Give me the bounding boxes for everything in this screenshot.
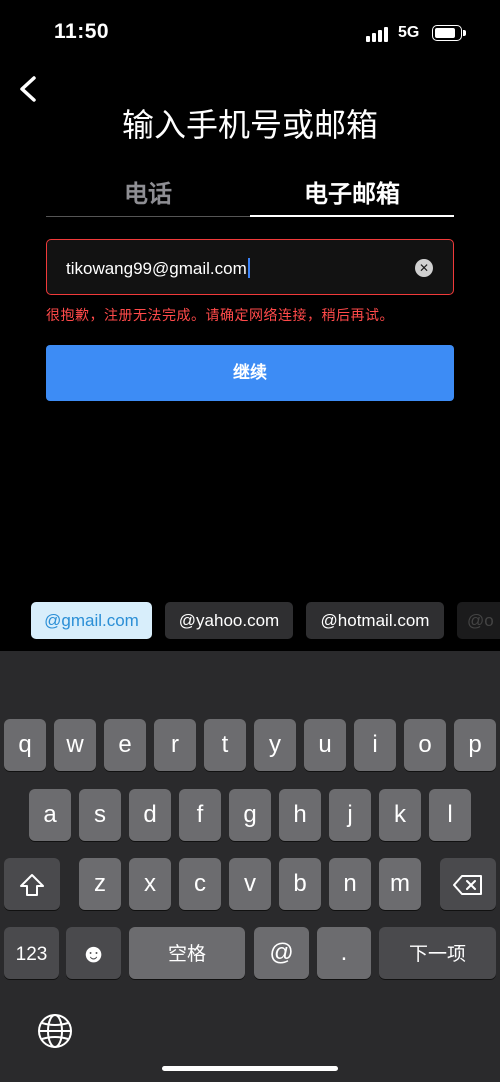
key-k[interactable]: k xyxy=(379,789,421,841)
space-key[interactable]: 空格 xyxy=(168,944,206,965)
shift-key[interactable] xyxy=(4,858,60,910)
globe-button[interactable] xyxy=(36,1012,74,1050)
suggestion-hotmail[interactable]: @hotmail.com xyxy=(306,602,444,639)
key-c[interactable]: c xyxy=(179,858,221,910)
email-value: tikowang99@gmail.com xyxy=(66,259,247,278)
key-m[interactable]: m xyxy=(379,858,421,910)
numbers-key[interactable]: 123 xyxy=(16,944,48,965)
home-indicator xyxy=(162,1066,338,1071)
tab-email[interactable]: 电子邮箱 xyxy=(250,174,454,209)
dot-key[interactable]: . xyxy=(317,927,371,979)
battery-tip xyxy=(463,30,466,36)
network-type: 5G xyxy=(398,24,420,41)
key-u[interactable]: u xyxy=(304,719,346,771)
signal-icon xyxy=(366,26,392,42)
emoji-key[interactable]: ☻ xyxy=(66,927,121,979)
key-p[interactable]: p xyxy=(454,719,496,771)
email-field[interactable]: tikowang99@gmail.com ✕ xyxy=(46,239,454,295)
key-d[interactable]: d xyxy=(129,789,171,841)
text-caret xyxy=(247,258,250,278)
at-key[interactable]: @ xyxy=(254,927,309,979)
key-e[interactable]: e xyxy=(104,719,146,771)
error-message: 很抱歉，注册无法完成。请确定网络连接，稍后再试。 xyxy=(46,308,394,324)
key-r[interactable]: r xyxy=(154,719,196,771)
key-j[interactable]: j xyxy=(329,789,371,841)
key-q[interactable]: q xyxy=(4,719,46,771)
suggestion-gmail[interactable]: @gmail.com xyxy=(31,602,152,639)
clear-icon[interactable]: ✕ xyxy=(415,259,433,277)
delete-key[interactable] xyxy=(440,858,496,910)
continue-button[interactable]: 继续 xyxy=(46,345,454,401)
key-z[interactable]: z xyxy=(79,858,121,910)
key-g[interactable]: g xyxy=(229,789,271,841)
globe-icon xyxy=(38,1014,72,1048)
key-s[interactable]: s xyxy=(79,789,121,841)
key-v[interactable]: v xyxy=(229,858,271,910)
emoji-icon: ☻ xyxy=(79,938,108,968)
suggestion-yahoo[interactable]: @yahoo.com xyxy=(165,602,293,639)
key-l[interactable]: l xyxy=(429,789,471,841)
suggestion-outlook[interactable]: @o xyxy=(457,602,500,639)
backspace-icon xyxy=(453,874,482,895)
next-key[interactable]: 下一项 xyxy=(409,944,466,965)
key-h[interactable]: h xyxy=(279,789,321,841)
key-o[interactable]: o xyxy=(404,719,446,771)
tab-phone[interactable]: 电话 xyxy=(46,174,250,209)
key-t[interactable]: t xyxy=(204,719,246,771)
key-a[interactable]: a xyxy=(29,789,71,841)
tab-divider xyxy=(46,216,250,217)
key-n[interactable]: n xyxy=(329,858,371,910)
status-time: 11:50 xyxy=(54,20,110,43)
page-title: 输入手机号或邮箱 xyxy=(121,106,378,144)
battery-icon xyxy=(432,25,462,41)
key-x[interactable]: x xyxy=(129,858,171,910)
key-w[interactable]: w xyxy=(54,719,96,771)
key-y[interactable]: y xyxy=(254,719,296,771)
key-f[interactable]: f xyxy=(179,789,221,841)
shift-icon xyxy=(20,873,44,896)
status-bar: 11:50 5G xyxy=(0,0,500,64)
key-i[interactable]: i xyxy=(354,719,396,771)
key-b[interactable]: b xyxy=(279,858,321,910)
email-field-wrapper: tikowang99@gmail.com xyxy=(66,258,250,279)
tab-active-indicator xyxy=(250,215,454,217)
